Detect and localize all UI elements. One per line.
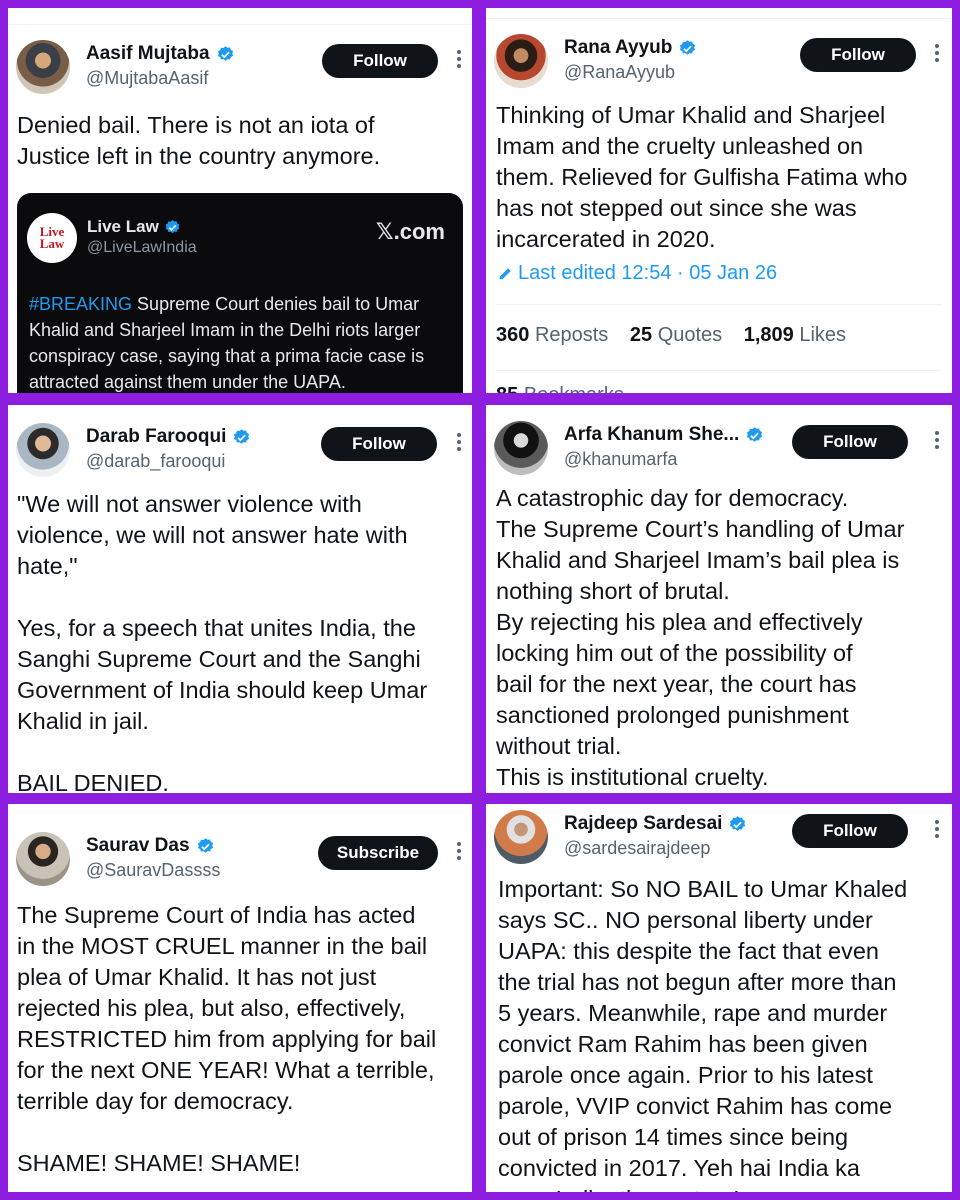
more-options-icon[interactable] (454, 48, 464, 74)
subscribe-button[interactable]: Subscribe (318, 836, 438, 870)
author-handle[interactable]: @khanumarfa (564, 447, 764, 471)
author-info: Rajdeep Sardesai @sardesairajdeep (564, 812, 747, 860)
tweet-card-aasif-mujtaba: Aasif Mujtaba @MujtabaAasif Follow Denie… (8, 8, 472, 393)
logo-text: Law (39, 236, 65, 251)
quoted-tweet[interactable]: Live Law Live Law @LiveLawIndia 𝕏.com #B… (17, 193, 463, 393)
divider (486, 18, 952, 19)
avatar[interactable] (16, 832, 70, 886)
bookmarks-count[interactable]: 85 Bookmarks (496, 384, 624, 393)
follow-button[interactable]: Follow (321, 427, 437, 461)
tweet-header: Rana Ayyub @RanaAyyub Follow (494, 34, 944, 94)
follow-button[interactable]: Follow (792, 425, 908, 459)
likes-value: 1,809 (743, 324, 794, 346)
author-handle[interactable]: @RanaAyyub (564, 60, 697, 84)
author-handle[interactable]: @darab_farooqui (86, 449, 251, 473)
quoted-name-text: Live Law (87, 217, 159, 236)
more-options-icon[interactable] (932, 818, 942, 844)
author-name[interactable]: Aasif Mujtaba (86, 42, 210, 66)
author-info: Saurav Das @SauravDassss (86, 834, 220, 882)
author-handle[interactable]: @MujtabaAasif (86, 66, 235, 90)
avatar[interactable] (494, 421, 548, 475)
last-edited-text: Last edited 12:54 · 05 Jan 26 (518, 262, 778, 284)
verified-badge-icon (680, 39, 696, 55)
verified-badge-icon (730, 815, 746, 831)
follow-button[interactable]: Follow (322, 44, 438, 78)
tweet-card-rajdeep-sardesai: Rajdeep Sardesai @sardesairajdeep Follow… (486, 804, 952, 1192)
tweet-text: Thinking of Umar Khalid and Sharjeel Ima… (496, 102, 908, 252)
divider (496, 304, 942, 305)
author-info: Darab Farooqui @darab_farooqui (86, 425, 251, 473)
tweet-text: "We will not answer violence with violen… (17, 491, 428, 793)
author-info: Arfa Khanum She... @khanumarfa (564, 423, 764, 471)
tweet-header: Arfa Khanum She... @khanumarfa Follow (494, 421, 944, 481)
tweet-header: Darab Farooqui @darab_farooqui Follow (16, 423, 464, 483)
quoted-author-handle: @LiveLawIndia (87, 239, 197, 256)
likes-label: Likes (799, 324, 847, 346)
quotes-value: 25 (629, 324, 653, 346)
more-options-icon[interactable] (454, 431, 464, 457)
last-edited-link[interactable]: Last edited 12:54 · 05 Jan 26 (498, 262, 777, 285)
tweet-card-arfa-khanum: Arfa Khanum She... @khanumarfa Follow A … (486, 405, 952, 793)
verified-badge-icon (197, 837, 213, 853)
divider (8, 24, 472, 25)
author-name[interactable]: Rajdeep Sardesai (564, 812, 722, 836)
tweet-text: A catastrophic day for democracy. The Su… (496, 485, 905, 790)
likes-count[interactable]: 1,809 Likes (744, 324, 846, 346)
tweet-header: Rajdeep Sardesai @sardesairajdeep Follow (494, 810, 944, 870)
author-handle[interactable]: @sardesairajdeep (564, 836, 747, 860)
reposts-label: Reposts (534, 324, 609, 346)
reposts-count[interactable]: 360 Reposts (496, 324, 608, 346)
tweet-header: Aasif Mujtaba @MujtabaAasif Follow (16, 40, 464, 100)
tweet-text: Important: So NO BAIL to Umar Khaled say… (498, 876, 908, 1192)
tweet-text: The Supreme Court of India has acted in … (17, 902, 437, 1176)
engagement-stats: 360 Reposts 25 Quotes 1,809 Likes (496, 324, 846, 347)
author-name[interactable]: Arfa Khanum She... (564, 423, 739, 447)
pencil-icon (499, 267, 511, 279)
divider (496, 370, 942, 371)
bookmarks-label: Bookmarks (524, 384, 624, 393)
quotes-count[interactable]: 25 Quotes (630, 324, 722, 346)
verified-badge-icon (217, 45, 233, 61)
author-handle[interactable]: @SauravDassss (86, 858, 220, 882)
tweet-text: Denied bail. There is not an iota of Jus… (17, 112, 381, 169)
quotes-label: Quotes (657, 324, 723, 346)
author-name[interactable]: Darab Farooqui (86, 425, 226, 449)
author-info: Rana Ayyub @RanaAyyub (564, 36, 697, 84)
author-info: Aasif Mujtaba @MujtabaAasif (86, 42, 235, 90)
quoted-tweet-text: #BREAKING Supreme Court denies bail to U… (29, 291, 453, 393)
verified-badge-icon (234, 428, 250, 444)
author-name[interactable]: Saurav Das (86, 834, 190, 858)
follow-button[interactable]: Follow (800, 38, 916, 72)
verified-badge-icon (165, 219, 180, 233)
livelaw-logo: Live Law (27, 213, 77, 263)
avatar[interactable] (494, 34, 548, 88)
more-options-icon[interactable] (932, 429, 942, 455)
avatar[interactable] (16, 423, 70, 477)
quoted-author-name: Live Law (87, 217, 181, 237)
tweet-collage: Aasif Mujtaba @MujtabaAasif Follow Denie… (0, 0, 960, 1200)
verified-badge-icon (747, 426, 763, 442)
hashtag-link[interactable]: #BREAKING (29, 294, 132, 314)
x-logo: 𝕏.com (375, 219, 445, 244)
tweet-header: Saurav Das @SauravDassss Subscribe (16, 832, 464, 892)
bookmarks-value: 85 (496, 384, 518, 393)
author-name[interactable]: Rana Ayyub (564, 36, 672, 60)
reposts-value: 360 (496, 324, 530, 346)
tweet-card-darab-farooqui: Darab Farooqui @darab_farooqui Follow "W… (8, 405, 472, 793)
tweet-card-rana-ayyub: Rana Ayyub @RanaAyyub Follow Thinking of… (486, 8, 952, 393)
more-options-icon[interactable] (454, 840, 464, 866)
avatar[interactable] (494, 810, 548, 864)
more-options-icon[interactable] (932, 42, 942, 68)
follow-button[interactable]: Follow (792, 814, 908, 848)
tweet-card-saurav-das: Saurav Das @SauravDassss Subscribe The S… (8, 804, 472, 1192)
avatar[interactable] (16, 40, 70, 94)
